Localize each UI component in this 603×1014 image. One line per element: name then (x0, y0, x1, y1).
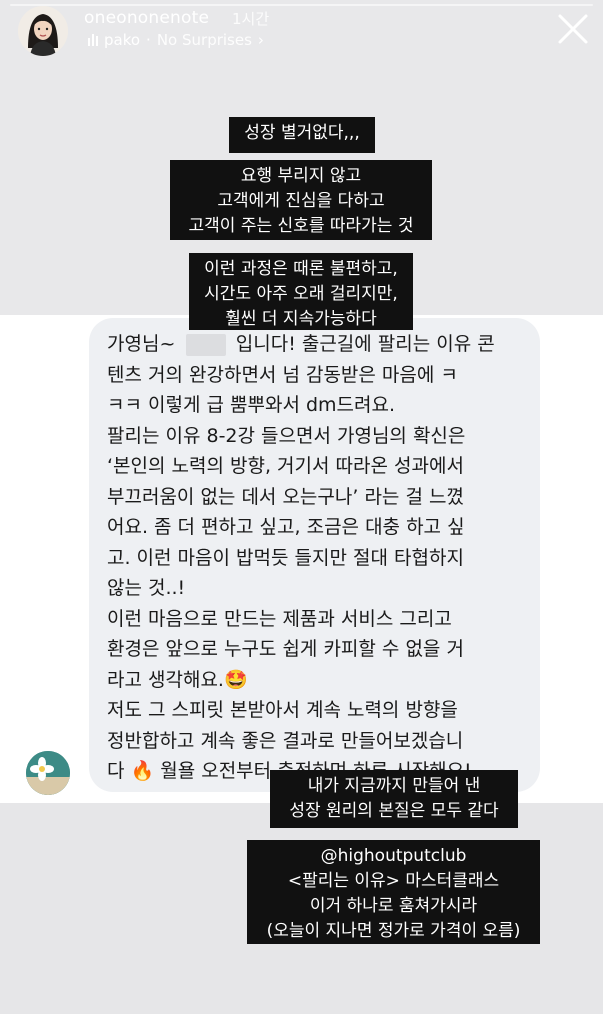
story-username[interactable]: oneononenote (84, 8, 209, 28)
story-music-sticker[interactable]: pako · No Surprises › (88, 31, 264, 49)
dm-message-text: 가영님~ 입니다! 출근길에 팔리는 이유 콘 텐츠 거의 완강하면서 넘 감동… (107, 333, 495, 782)
chevron-right-icon: › (257, 31, 264, 49)
story-progress-bar (10, 4, 593, 6)
close-icon[interactable] (556, 12, 590, 46)
user-avatar[interactable] (18, 6, 68, 56)
redacted-name (186, 334, 226, 356)
story-time-ago: 1시간 (232, 10, 270, 28)
music-song: No Surprises (156, 31, 252, 49)
caption-process: 이런 과정은 때론 불편하고, 시간도 아주 오래 걸리지만, 훨씬 더 지속가… (189, 253, 413, 330)
caption-growth: 성장 별거없다,,, (229, 117, 375, 153)
music-bars-icon (88, 34, 98, 46)
music-artist: pako (104, 31, 141, 49)
caption-promo: @highoutputclub <팔리는 이유> 마스터클래스 이거 하나로 훔… (247, 840, 540, 944)
caption-principles: 요행 부리지 않고 고객에게 진심을 다하고 고객이 주는 신호를 따라가는 것 (170, 160, 432, 240)
caption-essence: 내가 지금까지 만들어 낸 성장 원리의 본질은 모두 같다 (270, 770, 518, 828)
sender-avatar (26, 751, 70, 795)
music-separator: · (146, 31, 151, 49)
